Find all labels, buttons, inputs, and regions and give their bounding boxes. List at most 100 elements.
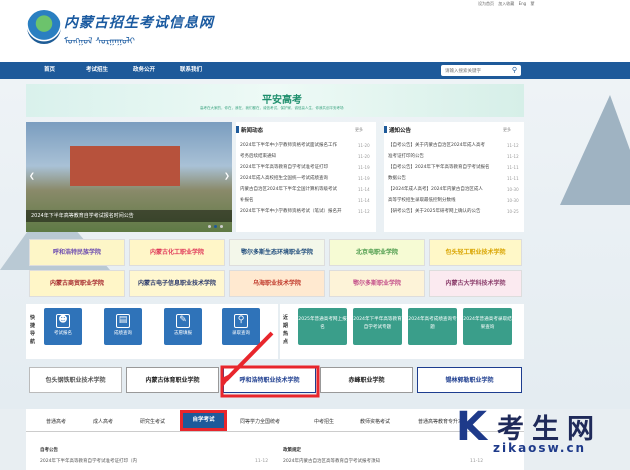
notice-date: 10-30 [507,198,519,203]
watermark-url: zikaosw.cn [493,441,587,455]
nav-exam[interactable]: 考试招生 [86,62,108,79]
news-item[interactable]: 2024年下半年中小学教师资格考试面试报名工作 [240,142,352,148]
policy-title: 政策规定 [283,448,301,453]
site-logo-icon[interactable] [27,10,61,44]
school-link[interactable]: 呼和浩特民族学院 [29,239,125,266]
news-title: 新闻动态 [241,128,264,134]
chart-icon: ▤ [116,314,130,328]
banner-title: 平安高考 [262,95,302,106]
notice-item[interactable]: 【研考公告】关于2025年研考网上确认的公告 [388,208,500,214]
quick-button-register[interactable]: ☻ 考试报名 [44,308,82,345]
news-item[interactable]: 2024年成人高校招生全国统一考试成绩查询 [240,175,352,181]
notice-date: 10-30 [507,187,519,192]
search-input[interactable] [441,65,521,76]
mountain-decoration-right [560,95,630,205]
header: 内蒙古招生考试信息网 ᠮᠣᠩᠭᠣᠯ ᠰᠤᠷᠭᠠᠭᠤᠯᠢ 设为首页 加入收藏 En… [0,0,630,62]
tab-zhongkao[interactable]: 中考招生 [314,418,334,425]
school-link[interactable]: 锡林郭勒职业学院 [417,367,522,393]
news-item[interactable]: 2024年下半年高等教育自学考试准考证打印 [240,164,352,170]
notice-date: 11-12 [507,143,519,148]
tab-teacher[interactable]: 教师资格考试 [360,418,390,425]
tab-equivalent[interactable]: 同等学力全国统考 [240,418,280,425]
hot-topic-button[interactable]: 2024年高考成绩查询专题 [408,308,457,345]
news-date: 11-19 [358,165,370,170]
search-icon[interactable]: ⚲ [510,66,519,75]
notice-item[interactable]: 高等学校招生录取最低控制分数线 [388,197,500,203]
slider-next-icon[interactable]: ❯ [224,172,230,180]
quick-button-admission[interactable]: ⚲ 录取查询 [222,308,260,345]
notice-more-link[interactable]: 更多 [503,127,511,133]
english-link[interactable]: Eng [519,1,527,6]
school-link[interactable]: 内蒙古化工职业学院 [129,239,225,266]
notice-date: 10-25 [507,209,519,214]
tab-adult[interactable]: 成人高考 [93,418,113,425]
slider-dot[interactable] [220,225,223,228]
hot-topic-button[interactable]: 2024年普通高考录取结果查询 [463,308,512,345]
policy-date: 11-12 [470,459,484,464]
quick-button-score[interactable]: ▤ 成绩查询 [104,308,142,345]
tab-self-study[interactable]: 自学考试 [180,410,227,431]
notice-date: 11-12 [507,154,519,159]
set-home-link[interactable]: 设为首页 [478,1,494,6]
main-nav: 首页 考试招生 政务公开 联系我们 ⚲ [0,62,630,79]
nav-home[interactable]: 首页 [44,62,55,79]
tab-gaokao[interactable]: 普通高考 [46,418,66,425]
school-link[interactable]: 内蒙古商贸职业学院 [29,270,125,297]
news-more-link[interactable]: 更多 [355,127,363,133]
notice-item[interactable]: 【自考公告】关于内蒙古自治区2024年成人高考 [388,142,500,148]
slider-caption[interactable]: 2024年下半年高等教育自学考试报名时间公告 [26,210,232,222]
notice-title-bar [384,126,387,133]
school-link[interactable]: 赤峰职业学院 [320,367,413,393]
mongolian-link[interactable]: 蒙 [530,1,534,6]
user-icon: ☻ [56,314,70,328]
news-item[interactable]: 补报名 [240,197,352,203]
policy-item[interactable]: 2024年内蒙古自治区高等教育自学考试报考须知 [283,458,380,464]
school-link[interactable]: 呼和浩特职业技术学院 [223,367,316,393]
self-study-notice-title: 自考公告 [40,448,58,453]
news-date: 11-12 [358,209,370,214]
news-date: 11-20 [358,143,370,148]
school-link[interactable]: 内蒙古大学科技术学院 [429,270,522,297]
notice-title: 通知公告 [389,128,412,134]
slider-prev-icon[interactable]: ❮ [29,172,35,180]
school-link[interactable]: 北京电职业学院 [329,239,425,266]
notice-date: 11-11 [507,176,519,181]
top-links: 设为首页 加入收藏 Eng 蒙 [478,1,537,7]
site-title-mongolian: ᠮᠣᠩᠭᠣᠯ ᠰᠤᠷᠭᠠᠭᠤᠯᠢ [64,37,135,47]
hot-topic-button[interactable]: 2025年普通高考网上报名 [298,308,347,345]
school-link[interactable]: 内蒙古体育职业学院 [126,367,219,393]
notice-item[interactable]: 准考证打印的公告 [388,153,500,159]
school-link[interactable]: 内蒙古电子信息职业技术学院 [129,270,225,297]
slider-dot-active[interactable] [214,225,217,228]
slider-dot[interactable] [208,225,211,228]
school-link[interactable]: 乌海职业技术学院 [229,270,325,297]
news-item[interactable]: 内蒙古自治区2024年下半年全国计算机等级考试 [240,186,352,192]
watermark-letter: K [456,404,487,450]
quick-button-volunteer[interactable]: ✎ 志愿填报 [164,308,202,345]
hot-topics-label: 近期热点 [283,315,289,345]
news-item[interactable]: 考务后续结束通知 [240,153,352,159]
school-link[interactable]: 包头钢铁职业技术学院 [29,367,122,393]
notice-date: 11-11 [507,165,519,170]
tab-graduate[interactable]: 研究生考试 [140,418,165,425]
notice-item[interactable]: 【自考公告】2024年下半年高等教育自学考试报名 [388,164,500,170]
banner-subtitle: 高考在大家的，你在，我在，我们都在，诚信考试，保护家，诚信赢人生，你我共创平安考… [200,106,344,110]
news-date: 11-19 [358,176,370,181]
notice-item[interactable]: 【2024年成人高考】2024年内蒙古自治区成人 [388,186,500,192]
add-favorite-link[interactable]: 加入收藏 [498,1,514,6]
edit-icon: ✎ [176,314,190,328]
site-title[interactable]: 内蒙古招生考试信息网 [64,12,214,32]
self-study-notice-item[interactable]: 2024年下半年高等教育自学考试准考证打印（内 [40,458,137,464]
notice-item[interactable]: 数据公告 [388,175,500,181]
news-date: 11-14 [358,187,370,192]
news-item[interactable]: 2024年下半年中小学教师资格考试（笔试）报名开 [240,208,352,214]
search-icon: ⚲ [234,314,248,328]
school-link[interactable]: 鄂尔多斯生态环境职业学院 [229,239,325,266]
slider-building-image [70,146,180,186]
news-title-bar [236,126,239,133]
nav-gov[interactable]: 政务公开 [133,62,155,79]
nav-contact[interactable]: 联系我们 [180,62,202,79]
hot-topic-button[interactable]: 2024年下半年高等教育自学考试专题 [353,308,402,345]
school-link[interactable]: 鄂尔多斯职业学院 [329,270,425,297]
school-link[interactable]: 包头轻工职业技术学院 [429,239,522,266]
